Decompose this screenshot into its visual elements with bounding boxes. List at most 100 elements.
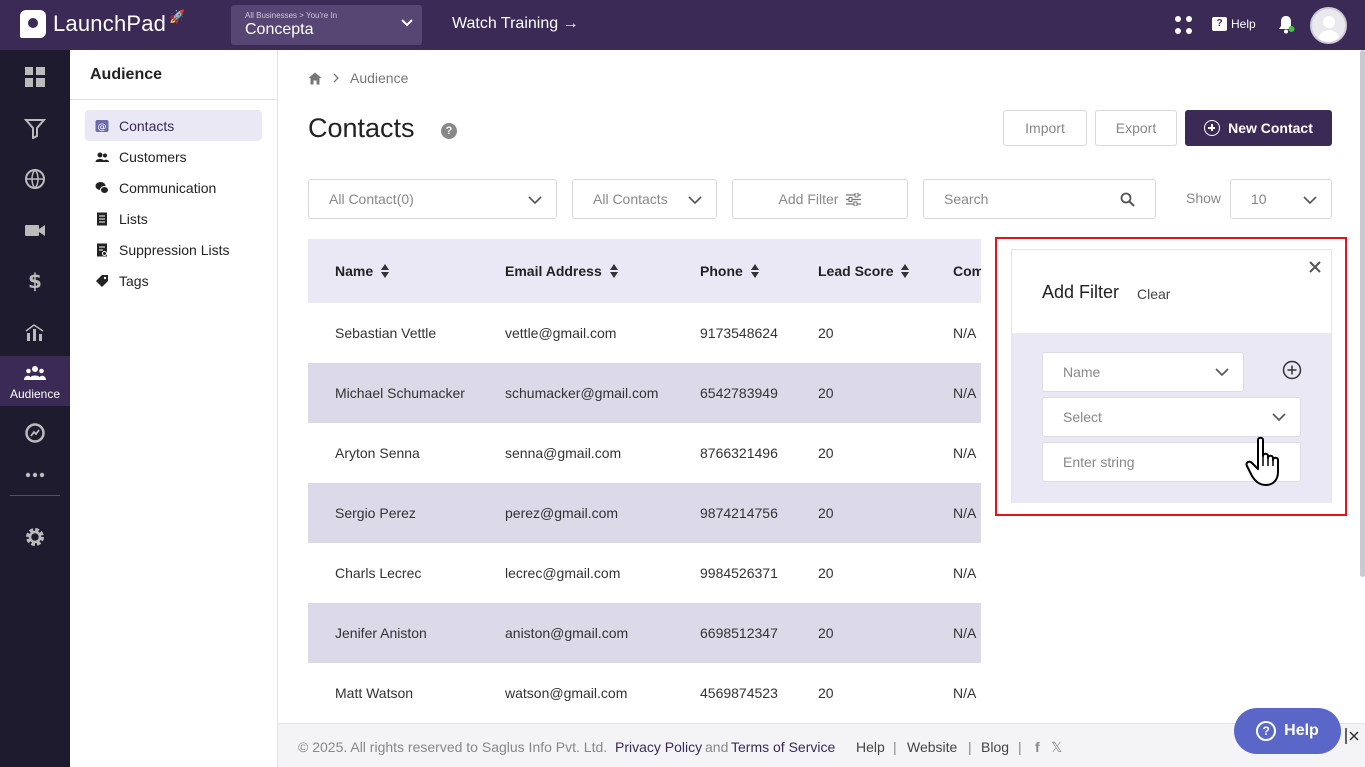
footer-help-link[interactable]: Help [856, 739, 885, 755]
top-bar: LaunchPad 🚀 All Businesses > You're In C… [0, 0, 1365, 50]
footer-separator: | [968, 739, 972, 755]
new-contact-label: New Contact [1228, 120, 1313, 136]
add-filter-button[interactable]: Add Filter [732, 179, 908, 219]
filter-field-value: Name [1063, 364, 1101, 380]
sidebar-item-label: Communication [119, 179, 217, 196]
search-input[interactable]: Search [923, 179, 1156, 219]
users-icon [94, 150, 109, 164]
chevron-down-icon [1272, 413, 1286, 422]
sidebar-item-tags[interactable]: Tags [85, 265, 262, 296]
x-twitter-icon[interactable]: 𝕏 [1051, 739, 1062, 756]
video-icon[interactable] [0, 205, 70, 255]
cell-com: N/A [953, 625, 977, 641]
sidebar-item-label: Suppression Lists [119, 241, 230, 258]
filter-operator-select[interactable]: Select [1042, 397, 1301, 437]
cell-com: N/A [953, 505, 977, 521]
breadcrumb: Audience [308, 70, 408, 86]
sidebar-title: Audience [70, 50, 277, 100]
chevron-down-icon [688, 196, 702, 205]
table-row[interactable]: Jenifer Aniston aniston@gmail.com 66985123… [308, 603, 981, 663]
launchpad-logo[interactable]: LaunchPad 🚀 [20, 9, 185, 38]
column-header-name[interactable]: Name [335, 263, 390, 279]
home-icon[interactable] [308, 72, 322, 85]
blog-link[interactable]: Blog [981, 739, 1009, 755]
cell-email: lecrec@gmail.com [505, 565, 621, 581]
cell-name: Aryton Senna [335, 445, 420, 461]
floating-help-button[interactable]: ? Help [1234, 708, 1341, 754]
page-title: Contacts [308, 113, 415, 143]
watch-training-link[interactable]: Watch Training → [452, 15, 579, 33]
cell-name: Michael Schumacker [335, 385, 465, 401]
analytics-icon[interactable] [0, 307, 70, 357]
add-condition-icon[interactable] [1282, 360, 1302, 380]
contact-type-dropdown[interactable]: All Contacts [572, 179, 717, 219]
table-header: Name Email Address Phone Lead Score Com [308, 239, 981, 303]
footer: © 2025. All rights reserved to Saglus In… [278, 723, 1365, 767]
collapse-icon[interactable] [1344, 726, 1360, 746]
cell-com: N/A [953, 325, 977, 341]
table-row[interactable]: Aryton Senna senna@gmail.com 8766321496 20 N… [308, 423, 981, 483]
help-link[interactable]: ? Help [1212, 17, 1256, 31]
table-row[interactable]: Matt Watson watson@gmail.com 4569874523 20 N… [308, 663, 981, 723]
globe-icon[interactable] [0, 154, 70, 204]
terms-link[interactable]: Terms of Service [731, 739, 835, 755]
business-switcher[interactable]: All Businesses > You're In Concepta [231, 5, 422, 45]
new-contact-button[interactable]: New Contact [1185, 110, 1332, 146]
sidebar-item-suppression-lists[interactable]: Suppression Lists [85, 234, 262, 265]
help-label: Help [1231, 17, 1256, 31]
page-size-select[interactable]: 10 [1230, 179, 1332, 219]
clear-filter-link[interactable]: Clear [1137, 286, 1170, 302]
dollar-icon[interactable]: $ [0, 256, 70, 306]
cell-lead-score: 20 [818, 505, 834, 521]
notification-bell-icon[interactable] [1277, 14, 1295, 34]
help-circle-icon[interactable]: ? [441, 123, 457, 139]
dropdown-value: All Contact(0) [329, 191, 414, 207]
sidebar-item-customers[interactable]: Customers [85, 141, 262, 172]
column-header-lead-score[interactable]: Lead Score [818, 263, 910, 279]
svg-text:$: $ [28, 270, 42, 292]
funnel-icon[interactable] [0, 103, 70, 153]
website-link[interactable]: Website [907, 739, 957, 755]
facebook-icon[interactable]: f [1035, 739, 1040, 755]
cell-name: Sebastian Vettle [335, 325, 437, 341]
sidebar-item-lists[interactable]: Lists [85, 203, 262, 234]
settings-gear-icon[interactable] [0, 512, 70, 562]
sidebar-item-label: Contacts [119, 117, 175, 134]
cell-name: Charls Lecrec [335, 565, 422, 581]
sidebar-item-communication[interactable]: Communication [85, 172, 262, 203]
filter-field-select[interactable]: Name [1042, 352, 1244, 392]
table-row[interactable]: Sebastian Vettle vettle@gmail.com 91735486… [308, 303, 981, 363]
dashboard-icon[interactable] [0, 52, 70, 102]
column-header-phone[interactable]: Phone [700, 263, 760, 279]
table-row[interactable]: Michael Schumacker schumacker@gmail.com 65… [308, 363, 981, 423]
export-button[interactable]: Export [1095, 110, 1177, 146]
contact-segment-dropdown[interactable]: All Contact(0) [308, 179, 557, 219]
import-button[interactable]: Import [1003, 110, 1087, 146]
table-row[interactable]: Charls Lecrec lecrec@gmail.com 9984526371 2… [308, 543, 981, 603]
sidebar-item-label: Tags [119, 272, 149, 289]
footer-and: and [705, 739, 729, 755]
page-scrollbar[interactable] [1360, 50, 1365, 577]
column-header-email[interactable]: Email Address [505, 263, 619, 279]
help-icon: ? [1256, 721, 1277, 741]
sidebar-item-contacts[interactable]: @ Contacts [85, 110, 262, 141]
more-icon[interactable] [0, 450, 70, 500]
chevron-down-icon [1215, 368, 1229, 377]
chat-icon [94, 181, 109, 195]
apps-grid-icon[interactable] [1175, 16, 1193, 34]
column-header-com[interactable]: Com [953, 263, 981, 279]
user-avatar[interactable] [1310, 7, 1347, 44]
sidebar-item-label: Customers [119, 148, 187, 165]
rail-item-audience[interactable]: Audience [0, 356, 70, 406]
footer-separator: | [1018, 739, 1022, 755]
footer-separator: | [893, 739, 897, 755]
cell-email: schumacker@gmail.com [505, 385, 659, 401]
logo-mark-icon [20, 10, 46, 38]
table-row[interactable]: Sergio Perez perez@gmail.com 9874214756 20 N… [308, 483, 981, 543]
privacy-policy-link[interactable]: Privacy Policy [615, 739, 702, 755]
sort-icon [750, 264, 760, 278]
column-label: Name [335, 263, 374, 279]
close-icon[interactable] [1308, 260, 1322, 274]
footer-copyright: © 2025. All rights reserved to Saglus In… [298, 739, 608, 755]
search-icon[interactable] [1120, 192, 1135, 207]
